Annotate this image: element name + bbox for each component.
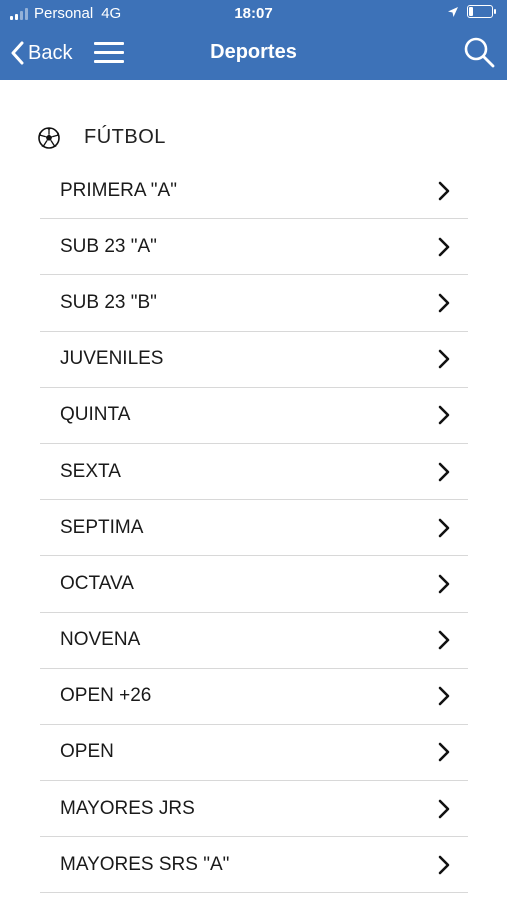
list-item[interactable]: SUB 23 "A" — [40, 219, 468, 276]
list-item-label: MAYORES JRS — [60, 797, 195, 819]
category-list: PRIMERA "A" SUB 23 "A" SUB 23 "B" JUVENILES… — [40, 163, 468, 894]
chevron-right-icon — [438, 799, 450, 818]
chevron-right-icon — [438, 181, 450, 200]
list-item[interactable]: QUINTA — [40, 388, 468, 444]
status-right — [447, 5, 496, 18]
chevron-right-icon — [438, 237, 450, 257]
status-bar: Personal 4G 18:07 — [0, 0, 507, 28]
list-item[interactable]: NOVENA — [40, 613, 468, 669]
list-item[interactable]: PRIMERA "A" — [40, 163, 468, 220]
list-item[interactable]: OPEN — [40, 725, 468, 782]
page-title: Deportes — [210, 41, 297, 63]
section-header: FÚTBOL — [38, 126, 166, 149]
list-item-label: NOVENA — [60, 629, 141, 651]
chevron-right-icon — [438, 406, 450, 425]
battery-icon — [467, 5, 496, 18]
list-item-label: OPEN +26 — [60, 685, 152, 707]
navigation-bar: Back Deportes — [0, 28, 507, 80]
chevron-right-icon — [438, 293, 450, 313]
chevron-right-icon — [438, 686, 450, 706]
list-item[interactable]: JUVENILES — [40, 332, 468, 388]
list-item[interactable]: OCTAVA — [40, 556, 468, 613]
list-item[interactable]: SUB 23 "B" — [40, 275, 468, 332]
chevron-right-icon — [438, 743, 450, 762]
chevron-right-icon — [438, 518, 450, 538]
top-bar: Personal 4G 18:07 Back Deportes — [0, 0, 507, 80]
list-item[interactable]: OPEN +26 — [40, 669, 468, 725]
location-arrow-icon — [448, 6, 458, 17]
list-item[interactable]: SEXTA — [40, 444, 468, 501]
list-item-label: SEXTA — [60, 460, 121, 482]
status-time: 18:07 — [234, 5, 273, 22]
list-item-label: SUB 23 "B" — [60, 291, 157, 313]
list-item-label: JUVENILES — [60, 348, 164, 370]
section-title: FÚTBOL — [84, 126, 166, 148]
chevron-right-icon — [438, 574, 450, 594]
list-item-label: OCTAVA — [60, 572, 134, 594]
list-item[interactable]: SEPTIMA — [40, 500, 468, 557]
list-item[interactable]: MAYORES SRS "A" — [40, 837, 468, 894]
list-item-label: MAYORES SRS "A" — [60, 853, 230, 875]
list-item-label: PRIMERA "A" — [60, 179, 177, 201]
list-item-label: OPEN — [60, 741, 114, 763]
list-item[interactable]: MAYORES JRS — [40, 781, 468, 838]
chevron-right-icon — [438, 855, 450, 875]
chevron-right-icon — [438, 349, 450, 369]
chevron-right-icon — [438, 630, 450, 650]
search-icon[interactable] — [463, 36, 495, 68]
soccer-ball-icon — [38, 126, 60, 149]
list-item-label: QUINTA — [60, 404, 131, 426]
list-item-label: SEPTIMA — [60, 516, 144, 538]
list-item-label: SUB 23 "A" — [60, 235, 157, 257]
chevron-right-icon — [438, 462, 450, 481]
